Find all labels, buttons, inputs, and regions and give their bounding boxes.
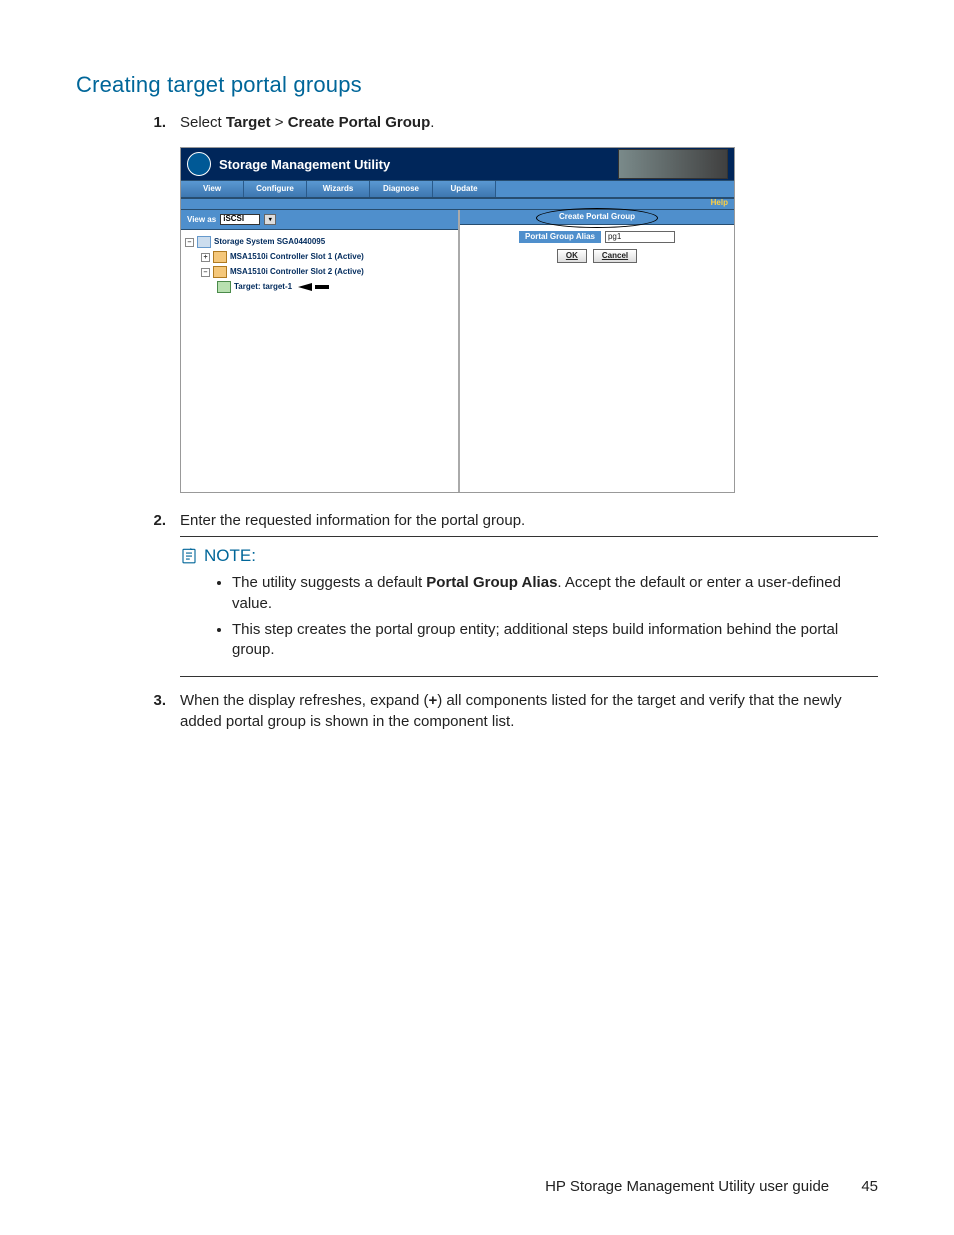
expand-icon[interactable]: – [201,268,210,277]
note-icon [180,547,198,565]
note-b1-a: The utility suggests a default [232,574,426,591]
tree-storage-system[interactable]: – Storage System SGA0440095 [185,236,454,248]
expand-icon[interactable]: + [201,253,210,262]
page-footer: HP Storage Management Utility user guide… [545,1178,878,1195]
embedded-screenshot: Storage Management Utility View Configur… [180,147,878,493]
target-icon [217,281,231,293]
help-link[interactable]: Help [181,199,734,210]
view-as-label: View as [187,216,216,224]
page-number: 45 [861,1178,878,1195]
header-image [618,149,728,179]
step1-text: Select Target > Create Portal Group. [180,114,434,131]
step-2: Enter the requested information for the … [138,511,878,677]
tree-controller-1[interactable]: + MSA1510i Controller Slot 1 (Active) [185,251,454,263]
portal-group-alias-row: Portal Group Alias pg1 [460,225,734,247]
controller-icon [213,266,227,278]
tree-target[interactable]: Target: target-1 [185,281,454,293]
right-panel: Create Portal Group Portal Group Alias p… [460,210,734,492]
note-bullet-1: The utility suggests a default Portal Gr… [232,573,878,614]
step2-text: Enter the requested information for the … [180,512,525,529]
footer-text: HP Storage Management Utility user guide [545,1178,829,1195]
callout-arrow-tail [315,285,329,289]
view-as-bar: View as iSCSI ▾ [181,210,458,230]
step-1: Select Target > Create Portal Group. Sto… [138,113,878,493]
section-heading: Creating target portal groups [76,72,878,98]
menu-view[interactable]: View [181,181,244,197]
app-titlebar: Storage Management Utility [181,148,734,180]
tree-label-sys: Storage System SGA0440095 [214,238,325,246]
system-icon [197,236,211,248]
note-bullet-2: This step creates the portal group entit… [232,620,878,661]
portal-group-alias-label: Portal Group Alias [519,231,601,243]
note-b1-bold: Portal Group Alias [426,574,557,591]
menubar: View Configure Wizards Diagnose Update [181,180,734,199]
tree-label-c2: MSA1510i Controller Slot 2 (Active) [230,268,364,276]
menu-configure[interactable]: Configure [244,181,307,197]
step1-target: Target [226,114,271,131]
step3-plus: + [428,692,437,709]
view-as-value[interactable]: iSCSI [220,214,260,225]
step-3: When the display refreshes, expand (+) a… [138,691,878,732]
view-as-dropdown-icon[interactable]: ▾ [264,214,276,225]
note-label: NOTE: [204,545,256,568]
tree-label-tgt: Target: target-1 [234,283,292,291]
ok-button[interactable]: OK [557,249,587,263]
menu-wizards[interactable]: Wizards [307,181,370,197]
note-box: NOTE: The utility suggests a default Por… [180,536,878,678]
controller-icon [213,251,227,263]
step1-gt: > [271,114,288,131]
step1-suffix: . [430,114,434,131]
callout-arrow-icon [298,283,312,291]
panel-title: Create Portal Group [460,210,734,225]
portal-group-alias-input[interactable]: pg1 [605,231,675,243]
step1-prefix: Select [180,114,226,131]
step1-action: Create Portal Group [288,114,431,131]
hp-logo-icon [187,152,211,176]
cancel-button[interactable]: Cancel [593,249,637,263]
expand-icon[interactable]: – [185,238,194,247]
menu-update[interactable]: Update [433,181,496,197]
menu-diagnose[interactable]: Diagnose [370,181,433,197]
step3-a: When the display refreshes, expand ( [180,692,428,709]
nav-tree: – Storage System SGA0440095 + MSA1510i C… [181,230,458,492]
tree-controller-2[interactable]: – MSA1510i Controller Slot 2 (Active) [185,266,454,278]
app-title: Storage Management Utility [219,158,390,171]
tree-label-c1: MSA1510i Controller Slot 1 (Active) [230,253,364,261]
